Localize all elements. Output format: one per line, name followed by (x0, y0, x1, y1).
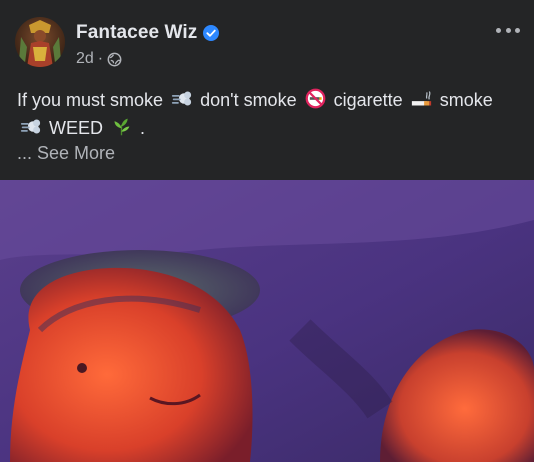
post-text-part: If you must smoke (17, 90, 164, 110)
author-row: Fantacee Wiz (76, 22, 220, 44)
facebook-post: Fantacee Wiz 2d · If you must smoke don'… (0, 0, 534, 462)
post-text-part: cigarette (333, 90, 403, 110)
no-smoking-emoji (305, 88, 326, 109)
post-text: If you must smoke don't smoke cigarette (17, 86, 522, 142)
post-text-part: don't smoke (200, 90, 297, 110)
post-photo[interactable] (0, 180, 534, 462)
post-text-part: WEED (49, 118, 104, 138)
herb-emoji (111, 116, 132, 137)
post-text-part: smoke (439, 90, 493, 110)
globe-icon[interactable] (107, 52, 122, 67)
more-options-icon[interactable] (496, 21, 520, 39)
post-text-part: . (140, 118, 146, 138)
post-timestamp[interactable]: 2d (76, 50, 94, 68)
post-header: Fantacee Wiz 2d · (0, 0, 534, 80)
post-meta: 2d · (76, 50, 122, 68)
dash-smoke-emoji (20, 116, 41, 137)
verified-badge-icon (203, 25, 220, 41)
cigarette-emoji (411, 88, 432, 109)
see-more-link[interactable]: ... See More (17, 143, 115, 164)
meta-separator: · (97, 50, 104, 67)
avatar[interactable] (15, 17, 65, 67)
dash-smoke-emoji (171, 88, 192, 109)
author-name[interactable]: Fantacee Wiz (76, 22, 197, 44)
